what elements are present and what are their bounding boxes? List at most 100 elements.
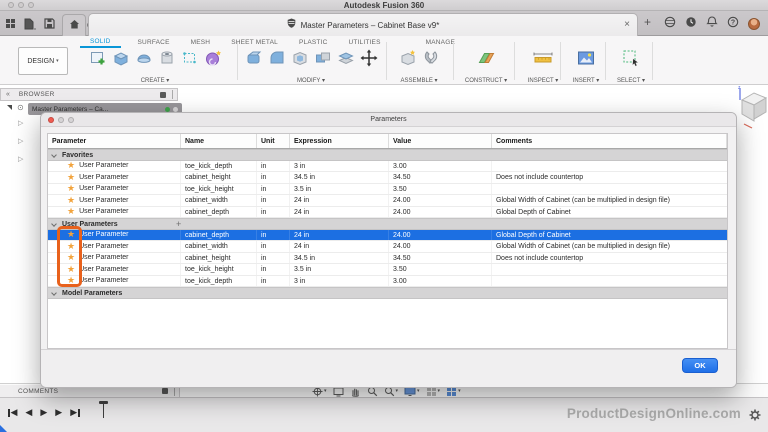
row-name[interactable]: cabinet_depth xyxy=(181,230,257,241)
row-unit[interactable]: in xyxy=(257,241,290,252)
gear-icon[interactable] xyxy=(749,408,761,426)
workspace-switcher-button[interactable]: DESIGN ▾ xyxy=(18,47,68,75)
ribbon-tab-surface[interactable]: SURFACE xyxy=(134,39,174,47)
panel-options-icon[interactable] xyxy=(162,388,168,394)
maximize-window-button[interactable] xyxy=(28,2,34,8)
row-comment[interactable] xyxy=(492,276,727,287)
row-name[interactable]: toe_kick_height xyxy=(181,264,257,275)
parameter-row[interactable]: ★User Parameter cabinet_width in 24 in 2… xyxy=(48,195,727,207)
row-name[interactable]: cabinet_width xyxy=(181,241,257,252)
visibility-eye-icon[interactable]: ⊙ xyxy=(17,103,24,112)
parameter-row[interactable]: ★User Parameter cabinet_depth in 24 in 2… xyxy=(48,207,727,219)
row-comment[interactable] xyxy=(492,161,727,172)
select-menu[interactable]: SELECT ▾ xyxy=(608,77,654,84)
row-unit[interactable]: in xyxy=(257,207,290,218)
parameter-row[interactable]: ★User Parameter cabinet_height in 34.5 i… xyxy=(48,172,727,184)
modify-menu[interactable]: MODIFY ▾ xyxy=(240,77,382,84)
combine-icon[interactable] xyxy=(313,48,333,73)
row-comment[interactable] xyxy=(492,264,727,275)
job-status-icon[interactable] xyxy=(685,15,697,33)
tree-collapsed-icon[interactable]: ▷ xyxy=(18,119,23,127)
row-comment[interactable] xyxy=(492,184,727,195)
section-header-row[interactable]: Model Parameters xyxy=(48,287,727,299)
row-comment[interactable]: Global Width of Cabinet (can be multipli… xyxy=(492,195,727,206)
parameter-row[interactable]: ★User Parameter cabinet_height in 34.5 i… xyxy=(48,253,727,265)
help-icon[interactable]: ? xyxy=(727,15,739,33)
favorite-star-icon[interactable]: ★ xyxy=(67,241,75,252)
row-expression[interactable]: 3 in xyxy=(290,276,389,287)
row-unit[interactable]: in xyxy=(257,184,290,195)
panel-options-icon[interactable] xyxy=(160,92,166,98)
measure-icon[interactable] xyxy=(532,48,554,73)
tree-expand-icon[interactable] xyxy=(7,105,12,110)
row-unit[interactable]: in xyxy=(257,172,290,183)
parameter-row[interactable]: ★User Parameter toe_kick_depth in 3 in 3… xyxy=(48,276,727,288)
row-name[interactable]: cabinet_width xyxy=(181,195,257,206)
section-header-row[interactable]: Favorites xyxy=(48,149,727,161)
row-name[interactable]: toe_kick_depth xyxy=(181,161,257,172)
add-parameter-button[interactable]: + xyxy=(176,219,181,229)
ribbon-tab-sheet-metal[interactable]: SHEET METAL xyxy=(227,39,282,47)
ribbon-tab-solid[interactable]: SOLID xyxy=(80,38,121,48)
move-copy-icon[interactable] xyxy=(359,48,379,73)
extrude-icon[interactable] xyxy=(111,48,131,73)
new-component-icon[interactable] xyxy=(398,48,418,73)
row-expression[interactable]: 24 in xyxy=(290,195,389,206)
ok-button[interactable]: OK xyxy=(682,358,718,373)
document-tab[interactable]: Master Parameters – Cabinet Base v9* × xyxy=(88,13,638,36)
window-controls[interactable] xyxy=(8,2,34,8)
revolve-icon[interactable] xyxy=(134,48,154,73)
play-icon[interactable]: ▶ xyxy=(40,407,47,418)
dialog-zoom-button[interactable] xyxy=(68,117,74,123)
ribbon-tab-plastic[interactable]: PLASTIC xyxy=(295,39,332,47)
tree-collapsed-icon[interactable]: ▷ xyxy=(18,137,23,145)
row-expression[interactable]: 3.5 in xyxy=(290,264,389,275)
favorite-star-icon[interactable]: ★ xyxy=(67,207,75,218)
row-unit[interactable]: in xyxy=(257,161,290,172)
favorite-star-icon[interactable]: ★ xyxy=(67,172,75,183)
row-name[interactable]: toe_kick_depth xyxy=(181,276,257,287)
collapse-panel-icon[interactable]: « xyxy=(6,91,9,98)
split-body-icon[interactable] xyxy=(336,48,356,73)
row-name[interactable]: cabinet_height xyxy=(181,172,257,183)
inspect-menu[interactable]: INSPECT ▾ xyxy=(517,77,569,84)
user-avatar[interactable] xyxy=(748,18,760,30)
row-expression[interactable]: 24 in xyxy=(290,230,389,241)
sketch-points-icon[interactable] xyxy=(180,48,200,73)
select-box-icon[interactable] xyxy=(621,48,641,73)
row-name[interactable]: toe_kick_height xyxy=(181,184,257,195)
chevron-down-icon[interactable] xyxy=(51,221,57,227)
new-tab-icon[interactable]: + xyxy=(644,15,651,29)
row-name[interactable]: cabinet_height xyxy=(181,253,257,264)
joint-icon[interactable] xyxy=(421,48,441,73)
column-header-expression[interactable]: Expression xyxy=(290,134,389,148)
skip-to-start-icon[interactable]: ◀ xyxy=(8,407,17,418)
create-sketch-icon[interactable] xyxy=(88,48,108,73)
parameter-row[interactable]: ★User Parameter cabinet_width in 24 in 2… xyxy=(48,241,727,253)
favorite-star-icon[interactable]: ★ xyxy=(67,184,75,195)
file-menu-icon[interactable] xyxy=(23,18,37,30)
favorite-star-icon[interactable]: ★ xyxy=(67,253,75,264)
favorite-star-icon[interactable]: ★ xyxy=(67,195,75,206)
skip-to-end-icon[interactable]: ▶ xyxy=(70,407,79,418)
column-header-name[interactable]: Name xyxy=(181,134,257,148)
row-unit[interactable]: in xyxy=(257,195,290,206)
parameter-row[interactable]: ★User Parameter toe_kick_depth in 3 in 3… xyxy=(48,161,727,173)
close-tab-icon[interactable]: × xyxy=(624,18,630,32)
parameter-row[interactable]: ★User Parameter toe_kick_height in 3.5 i… xyxy=(48,264,727,276)
construct-menu[interactable]: CONSTRUCT ▾ xyxy=(457,77,515,84)
row-expression[interactable]: 3.5 in xyxy=(290,184,389,195)
save-icon[interactable] xyxy=(44,18,55,29)
dialog-window-controls[interactable] xyxy=(48,117,74,123)
step-forward-icon[interactable]: ▶ xyxy=(55,407,62,418)
row-expression[interactable]: 24 in xyxy=(290,241,389,252)
chevron-down-icon[interactable] xyxy=(51,290,57,296)
insert-menu[interactable]: INSERT ▾ xyxy=(563,77,609,84)
row-comment[interactable]: Global Depth of Cabinet xyxy=(492,207,727,218)
row-expression[interactable]: 3 in xyxy=(290,161,389,172)
press-pull-icon[interactable] xyxy=(244,48,264,73)
column-header-parameter[interactable]: Parameter xyxy=(48,134,181,148)
extensions-icon[interactable] xyxy=(664,15,676,33)
favorite-star-icon[interactable]: ★ xyxy=(67,264,75,275)
timeline-position-marker[interactable] xyxy=(99,401,108,418)
